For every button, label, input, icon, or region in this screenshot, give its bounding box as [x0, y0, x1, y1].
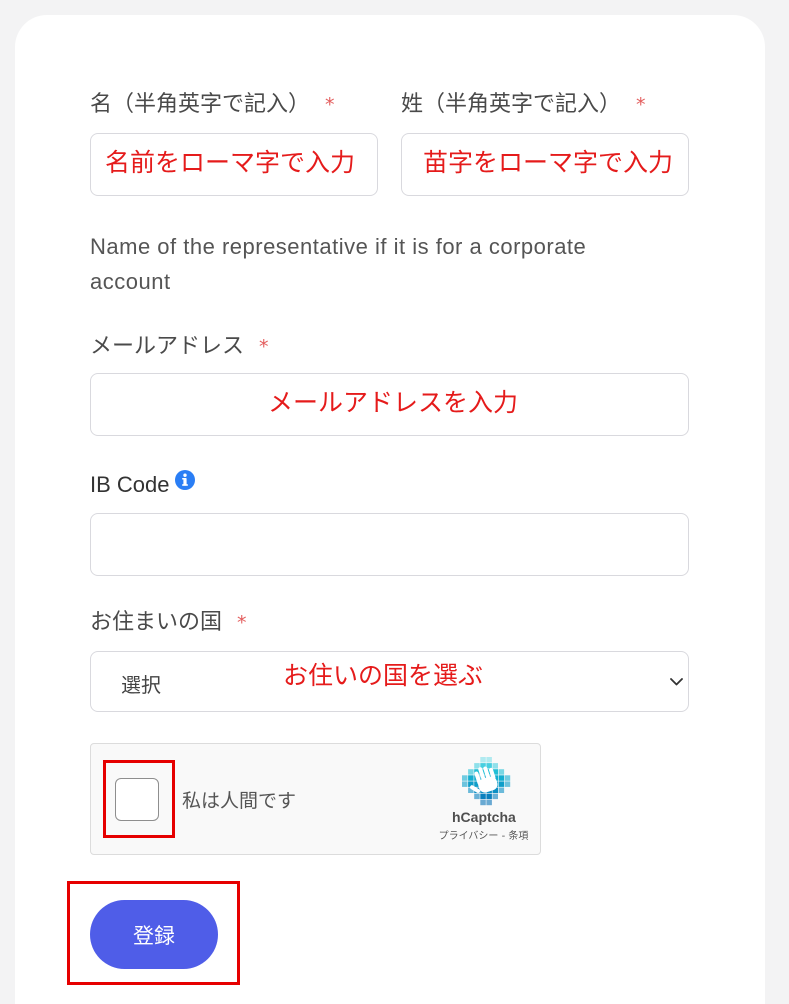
logo-tile — [468, 775, 474, 781]
hcaptcha-brand: hCaptcha — [452, 809, 516, 825]
hcaptcha-widget: 私は人間です hCaptcha プライバシー - 条項 — [90, 743, 541, 855]
required-mark: * — [237, 612, 247, 634]
hcaptcha-logo-icon — [462, 757, 511, 806]
captcha-privacy-link[interactable]: プライバシー — [439, 831, 499, 842]
last-name-label-text: 姓（半角英字で記入） — [401, 92, 622, 117]
logo-tile — [486, 757, 492, 763]
submit-button[interactable]: 登録 — [90, 900, 218, 969]
required-mark: * — [636, 94, 646, 116]
ib-code-input[interactable] — [90, 513, 689, 576]
last-name-input[interactable] — [401, 133, 689, 196]
logo-tile — [492, 763, 498, 769]
info-circle-icon[interactable] — [174, 470, 195, 490]
logo-tile — [486, 793, 492, 800]
first-name-input[interactable] — [90, 133, 378, 196]
logo-tile — [480, 757, 486, 763]
email-label-text: メールアドレス — [90, 334, 245, 359]
ib-code-label: IB Code — [90, 470, 195, 499]
country-select[interactable]: 選択 — [90, 651, 689, 712]
logo-tile — [486, 799, 492, 806]
logo-tile — [468, 769, 474, 775]
logo-tile — [480, 793, 486, 800]
logo-tile — [492, 793, 498, 800]
captcha-link-separator: - — [501, 831, 506, 842]
first-name-label-text: 名（半角英字で記入） — [90, 92, 311, 117]
email-input[interactable] — [90, 373, 689, 436]
logo-tile — [486, 763, 492, 769]
name-help-text: Name of the representative if it is for … — [90, 234, 587, 294]
logo-tile — [462, 775, 468, 781]
country-select-value: 選択 — [121, 673, 161, 697]
logo-tile — [498, 787, 505, 793]
captcha-links: プライバシー - 条項 — [431, 830, 536, 844]
ib-code-label-text: IB Code — [90, 472, 170, 497]
country-label-text: お住まいの国 — [90, 610, 223, 635]
captcha-checkbox-label: 私は人間です — [182, 790, 297, 812]
logo-tile — [498, 775, 505, 781]
captcha-terms-link[interactable]: 条項 — [508, 831, 528, 842]
logo-tile — [462, 781, 468, 787]
logo-tile — [498, 769, 505, 775]
last-name-label: 姓（半角英字で記入） * — [401, 91, 646, 119]
logo-tile — [504, 775, 511, 781]
email-label: メールアドレス * — [90, 333, 269, 361]
country-label: お住まいの国 * — [90, 609, 247, 637]
required-mark: * — [325, 94, 335, 116]
first-name-label: 名（半角英字で記入） * — [90, 91, 335, 119]
page: 名（半角英字で記入） * 名前をローマ字で入力 姓（半角英字で記入） * 苗字を… — [0, 0, 789, 1004]
logo-tile — [474, 793, 480, 800]
logo-tile — [498, 781, 505, 787]
captcha-checkbox[interactable] — [115, 778, 159, 821]
logo-tile — [504, 781, 511, 787]
logo-tile — [480, 799, 486, 806]
chevron-down-icon — [670, 678, 683, 686]
required-mark: * — [259, 336, 269, 358]
